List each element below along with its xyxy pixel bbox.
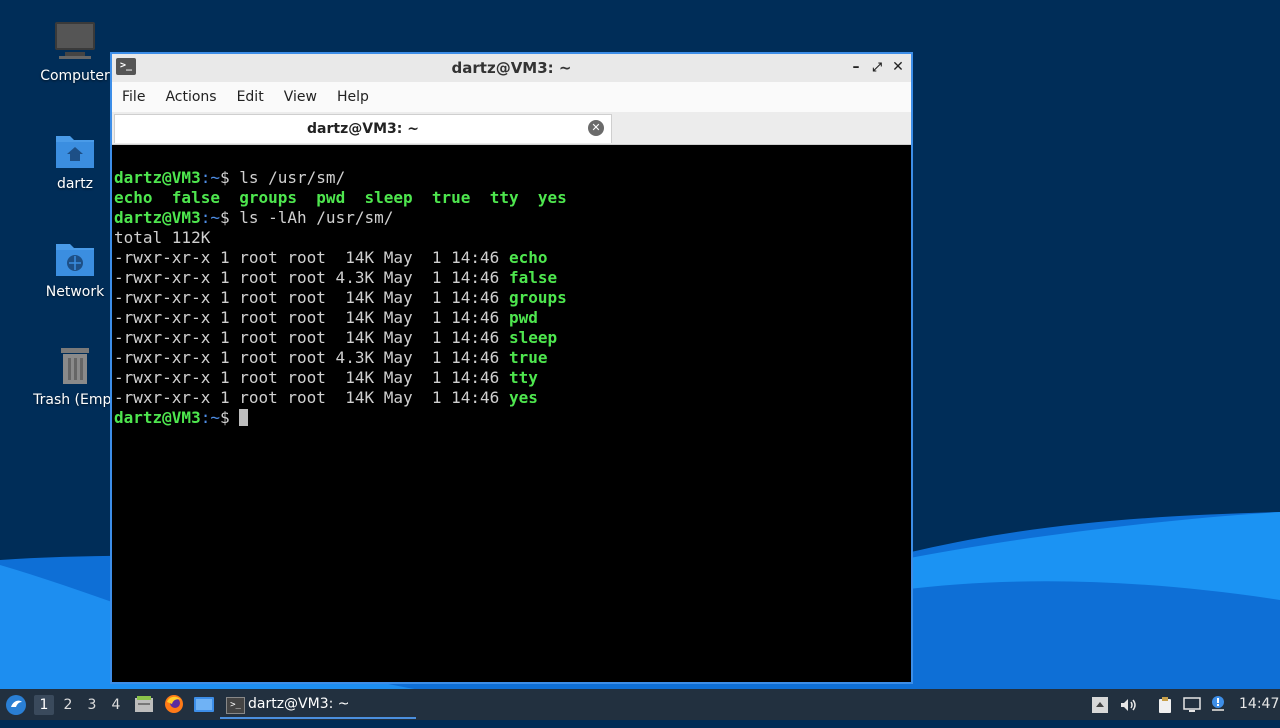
listing-row: -rwxr-xr-x 1 root root 14K May 1 14:46 g… [114,288,909,308]
taskbar-item-terminal[interactable]: >_ dartz@VM3: ~ [220,691,416,719]
listing-row: -rwxr-xr-x 1 root root 4.3K May 1 14:46 … [114,268,909,288]
desktop-icon-network[interactable]: Network [27,236,123,300]
tab-bar: dartz@VM3: ~ ✕ [112,112,911,145]
menu-view[interactable]: View [274,82,327,105]
desktop-icon-label: dartz [56,176,94,192]
desktop-icon-label: Network [45,284,105,300]
listing-row: -rwxr-xr-x 1 root root 14K May 1 14:46 p… [114,308,909,328]
listing-name: echo [508,248,548,267]
listing-row: -rwxr-xr-x 1 root root 14K May 1 14:46 s… [114,328,909,348]
listing-row: -rwxr-xr-x 1 root root 14K May 1 14:46 e… [114,248,909,268]
listing-meta: -rwxr-xr-x 1 root root 14K May 1 14:46 [114,328,509,347]
listing-name: tty [508,368,538,387]
listing-name: yes [508,388,538,407]
listing-name: pwd [508,308,538,327]
desktop-icon-trash[interactable]: Trash (Empt [27,344,123,408]
workspace-2[interactable]: 2 [58,695,78,715]
command: ls -lAh /usr/sm/ [239,208,394,227]
ls-entry: sleep [364,188,413,207]
listing-name: true [508,348,548,367]
listing-name: false [508,268,558,287]
menu-file[interactable]: File [112,82,155,105]
terminal-line: dartz@VM3:~$ [114,408,909,428]
trash-icon [53,344,97,388]
listing-meta: -rwxr-xr-x 1 root root 14K May 1 14:46 [114,308,509,327]
command: ls /usr/sm/ [239,168,346,187]
start-menu-icon[interactable] [5,694,27,716]
computer-icon [53,20,97,64]
prompt-user: dartz@VM3 [114,408,201,427]
clipboard-icon[interactable] [1156,696,1174,714]
prompt-symbol: $ [219,408,240,427]
terminal-icon: >_ [226,697,245,714]
desktop-icon-label: Trash (Empt [33,392,117,408]
prompt-path: :~ [200,168,220,187]
prompt-user: dartz@VM3 [114,168,201,187]
close-button[interactable]: ✕ [889,58,907,76]
desktop-icon-home[interactable]: dartz [27,128,123,192]
ls-entry: groups [239,188,298,207]
listing-name: groups [508,288,567,307]
taskbar-item-label: dartz@VM3: ~ [248,696,350,712]
terminal-window[interactable]: >_ dartz@VM3: ~ – ⤢ ✕ File Actions Edit Vie… [110,52,913,684]
ls-entry: tty [489,188,519,207]
workspace-4[interactable]: 4 [106,695,126,715]
listing-meta: -rwxr-xr-x 1 root root 4.3K May 1 14:46 [114,268,509,287]
network-icon[interactable] [1183,696,1201,714]
desktop-icon-label: Computer [40,68,110,84]
listing-name: sleep [508,328,558,347]
ls-entry: true [431,188,471,207]
listing-meta: -rwxr-xr-x 1 root root 14K May 1 14:46 [114,368,509,387]
prompt-symbol: $ [219,168,240,187]
menu-actions[interactable]: Actions [155,82,226,105]
home-folder-icon [53,128,97,172]
listing-row: -rwxr-xr-x 1 root root 14K May 1 14:46 t… [114,368,909,388]
file-manager-icon[interactable] [134,694,154,714]
ls-entry: pwd [316,188,346,207]
menu-help[interactable]: Help [327,82,379,105]
terminal-line: dartz@VM3:~$ ls -lAh /usr/sm/ [114,208,909,228]
ls-entry: yes [537,188,567,207]
prompt-symbol: $ [219,208,240,227]
tray-expand-icon[interactable] [1091,696,1109,714]
prompt-path: :~ [200,408,220,427]
terminal-output[interactable]: dartz@VM3:~$ ls /usr/sm/echo false group… [114,146,909,680]
minimize-button[interactable]: – [847,58,865,76]
workspace-3[interactable]: 3 [82,695,102,715]
tab-close-icon[interactable]: ✕ [588,120,604,136]
listing-row: -rwxr-xr-x 1 root root 14K May 1 14:46 y… [114,388,909,408]
tab-title: dartz@VM3: ~ [307,121,419,137]
show-desktop-icon[interactable] [193,695,215,713]
listing-meta: -rwxr-xr-x 1 root root 14K May 1 14:46 [114,288,509,307]
maximize-button[interactable]: ⤢ [868,58,886,76]
menu-bar: File Actions Edit View Help [112,82,911,112]
listing-row: -rwxr-xr-x 1 root root 4.3K May 1 14:46 … [114,348,909,368]
firefox-icon[interactable] [164,694,184,714]
clock[interactable]: 14:47 [1239,689,1279,720]
volume-icon[interactable] [1119,696,1137,714]
network-folder-icon [53,236,97,280]
listing-meta: -rwxr-xr-x 1 root root 14K May 1 14:46 [114,248,509,267]
total-line: total 112K [114,228,211,247]
workspace-1[interactable]: 1 [34,695,54,715]
window-title: dartz@VM3: ~ [451,59,572,77]
window-titlebar[interactable]: >_ dartz@VM3: ~ – ⤢ ✕ [112,54,911,82]
notification-icon[interactable] [1209,694,1227,712]
terminal-line: dartz@VM3:~$ ls /usr/sm/ [114,168,909,188]
desktop-icon-computer[interactable]: Computer [27,20,123,84]
listing-meta: -rwxr-xr-x 1 root root 4.3K May 1 14:46 [114,348,509,367]
prompt-user: dartz@VM3 [114,208,201,227]
listing-meta: -rwxr-xr-x 1 root root 14K May 1 14:46 [114,388,509,407]
ls-entry: echo [114,188,153,207]
tab-terminal[interactable]: dartz@VM3: ~ ✕ [114,114,612,143]
prompt-path: :~ [200,208,220,227]
menu-edit[interactable]: Edit [227,82,274,105]
text-cursor [239,409,249,426]
ls-output-line: echo false groups pwd sleep true tty yes [114,188,909,208]
taskbar: 1 2 3 4 >_ dartz@VM3: ~ 14:47 [0,689,1280,720]
ls-entry: false [171,188,220,207]
